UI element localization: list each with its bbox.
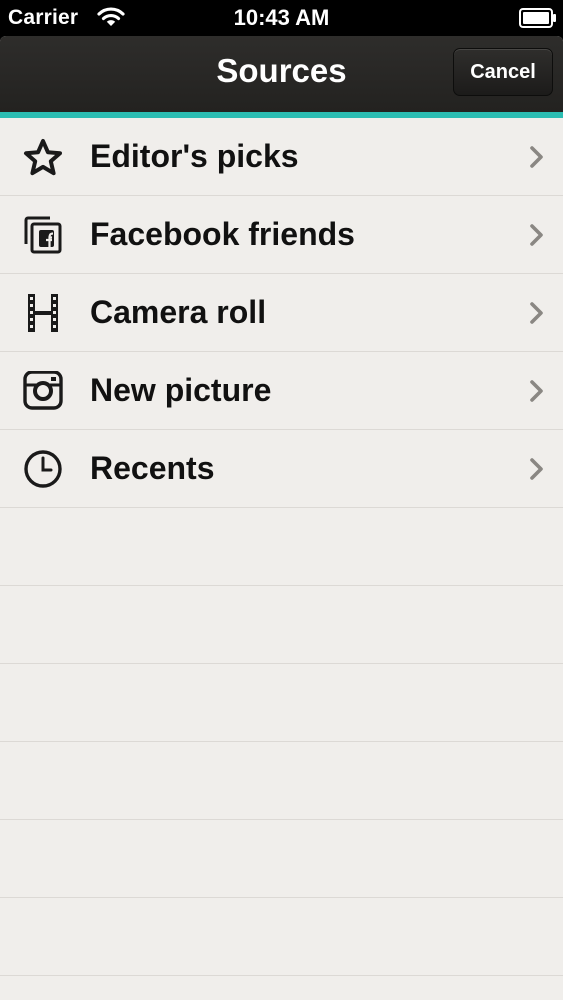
source-label: Facebook friends [90,216,355,252]
chevron-right-icon [530,458,543,480]
source-label: New picture [90,372,272,408]
star-icon [24,139,62,176]
camera-icon [23,371,63,410]
cancel-button[interactable]: Cancel [453,48,553,96]
empty-row [0,664,563,742]
empty-row [0,508,563,586]
status-time: 10:43 AM [233,5,330,30]
clock-icon [24,450,62,488]
battery-full-icon [519,8,556,28]
screen: Carrier 10:43 AM Sources Cancel Editor's… [0,0,563,1000]
facebook-friends-icon [24,216,62,254]
source-row-recents[interactable]: Recents [0,430,563,508]
chevron-right-icon [530,146,543,168]
sources-sheet: Sources Cancel Editor's picks Facebook f… [0,36,563,1000]
empty-row [0,820,563,898]
chevron-right-icon [530,380,543,402]
empty-row [0,586,563,664]
status-bar: Carrier 10:43 AM [0,0,563,36]
chevron-right-icon [530,224,543,246]
source-row-editors-picks[interactable]: Editor's picks [0,118,563,196]
source-row-facebook-friends[interactable]: Facebook friends [0,196,563,274]
source-label: Recents [90,450,215,486]
empty-row [0,898,563,976]
source-label: Camera roll [90,294,267,330]
source-row-camera-roll[interactable]: Camera roll [0,274,563,352]
sources-list: Editor's picks Facebook friends Camera r… [0,118,563,976]
chevron-right-icon [530,302,543,324]
navigation-bar: Sources Cancel [0,36,563,118]
film-strip-icon [28,294,58,332]
source-label: Editor's picks [90,138,299,174]
empty-row [0,742,563,820]
source-row-new-picture[interactable]: New picture [0,352,563,430]
